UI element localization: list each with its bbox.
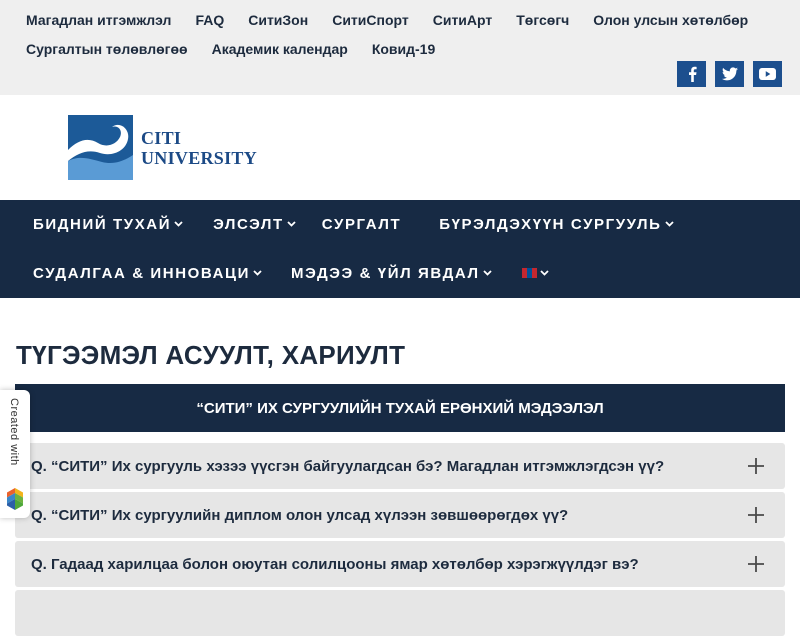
badge-label: Created with xyxy=(8,398,20,466)
nav-item-research-label: СУДАЛГАА & ИННОВАЦИ xyxy=(33,264,250,282)
chevron-down-icon xyxy=(483,270,492,276)
nav-item-schools[interactable]: БҮРЭЛДЭХҮҮН СУРГУУЛЬ xyxy=(439,214,674,234)
builder-logo-icon xyxy=(7,488,23,510)
plus-icon xyxy=(748,507,764,523)
logo-wordmark: CITI UNIVERSITY xyxy=(141,128,257,168)
toplink-alumni[interactable]: Төгсөгч xyxy=(516,12,569,28)
logo-line1: CITI xyxy=(141,127,182,148)
faq-item[interactable]: Q. “СИТИ” Их сургуулийн диплом олон улса… xyxy=(15,492,785,538)
nav-item-admission[interactable]: ЭЛСЭЛТ xyxy=(213,214,296,234)
top-bar: Магадлан итгэмжлэл FAQ СитиЗон СитиСпорт… xyxy=(0,0,800,95)
twitter-icon xyxy=(721,67,738,81)
top-links: Магадлан итгэмжлэл FAQ СитиЗон СитиСпорт… xyxy=(14,8,774,66)
social-links xyxy=(677,61,782,87)
toplink-accreditation[interactable]: Магадлан итгэмжлэл xyxy=(26,12,171,28)
faq-question: Q. “СИТИ” Их сургуулийн диплом олон улса… xyxy=(31,506,569,524)
page-title: ТҮГЭЭМЭЛ АСУУЛТ, ХАРИУЛТ xyxy=(16,340,406,370)
faq-question: Q. “СИТИ” Их сургууль хэзээ үүсгэн байгу… xyxy=(31,457,665,475)
toplink-international[interactable]: Олон улсын хөтөлбөр xyxy=(593,12,748,28)
wave-logo-icon xyxy=(68,115,133,180)
section-header: “СИТИ” ИХ СУРГУУЛИЙН ТУХАЙ ЕРӨНХИЙ МЭДЭЭ… xyxy=(15,384,785,432)
youtube-icon xyxy=(759,68,776,80)
plus-icon xyxy=(748,556,764,572)
nav-item-about-label: БИДНИЙ ТУХАЙ xyxy=(33,215,172,233)
chevron-down-icon xyxy=(174,221,183,227)
faq-accordion: Q. “СИТИ” Их сургууль хэзээ үүсгэн байгу… xyxy=(15,443,785,639)
facebook-icon xyxy=(688,66,697,82)
header: CITI UNIVERSITY xyxy=(0,95,800,200)
logo-line2: UNIVERSITY xyxy=(141,147,258,168)
nav-item-admission-label: ЭЛСЭЛТ xyxy=(213,215,284,233)
toplink-citiart[interactable]: СитиАрт xyxy=(433,12,493,28)
plus-icon xyxy=(748,458,764,474)
twitter-button[interactable] xyxy=(715,61,744,87)
nav-item-news[interactable]: МЭДЭЭ & ҮЙЛ ЯВДАЛ xyxy=(291,263,492,283)
nav-row-1: БИДНИЙ ТУХАЙ ЭЛСЭЛТ СУРГАЛТ БҮРЭЛДЭХҮҮН … xyxy=(0,214,800,234)
chevron-down-icon xyxy=(540,270,549,276)
faq-item[interactable]: Q. “СИТИ” Их сургууль хэзээ үүсгэн байгу… xyxy=(15,443,785,489)
facebook-button[interactable] xyxy=(677,61,706,87)
chevron-down-icon xyxy=(664,221,674,227)
nav-item-education[interactable]: СУРГАЛТ xyxy=(322,214,401,234)
chevron-down-icon xyxy=(287,221,296,227)
main-navigation: БИДНИЙ ТУХАЙ ЭЛСЭЛТ СУРГАЛТ БҮРЭЛДЭХҮҮН … xyxy=(0,200,800,298)
toplink-citisport[interactable]: СитиСпорт xyxy=(332,12,409,28)
toplink-citizone[interactable]: СитиЗон xyxy=(248,12,308,28)
toplink-curriculum[interactable]: Сургалтын төлөвлөгөө xyxy=(26,41,188,57)
toplink-covid19[interactable]: Ковид-19 xyxy=(372,41,435,57)
nav-item-about[interactable]: БИДНИЙ ТУХАЙ xyxy=(33,214,183,234)
chevron-down-icon xyxy=(253,270,262,276)
toplink-academic-calendar[interactable]: Академик календар xyxy=(212,41,348,57)
created-with-badge[interactable]: Created with xyxy=(0,390,30,518)
site-logo[interactable]: CITI UNIVERSITY xyxy=(68,115,257,180)
toplink-faq[interactable]: FAQ xyxy=(195,12,224,28)
nav-item-news-label: МЭДЭЭ & ҮЙЛ ЯВДАЛ xyxy=(291,264,480,282)
faq-question: Q. Гадаад харилцаа болон оюутан солилцоо… xyxy=(31,555,639,573)
language-selector[interactable] xyxy=(521,263,549,283)
faq-item[interactable]: Q. Гадаад харилцаа болон оюутан солилцоо… xyxy=(15,541,785,587)
nav-item-schools-label: БҮРЭЛДЭХҮҮН СУРГУУЛЬ xyxy=(439,215,662,233)
faq-item-partial[interactable] xyxy=(15,590,785,636)
nav-item-education-label: СУРГАЛТ xyxy=(321,215,402,233)
mongolian-flag-icon xyxy=(521,268,537,278)
nav-item-research[interactable]: СУДАЛГАА & ИННОВАЦИ xyxy=(33,263,262,283)
nav-row-2: СУДАЛГАА & ИННОВАЦИ МЭДЭЭ & ҮЙЛ ЯВДАЛ xyxy=(0,263,800,283)
youtube-button[interactable] xyxy=(753,61,782,87)
